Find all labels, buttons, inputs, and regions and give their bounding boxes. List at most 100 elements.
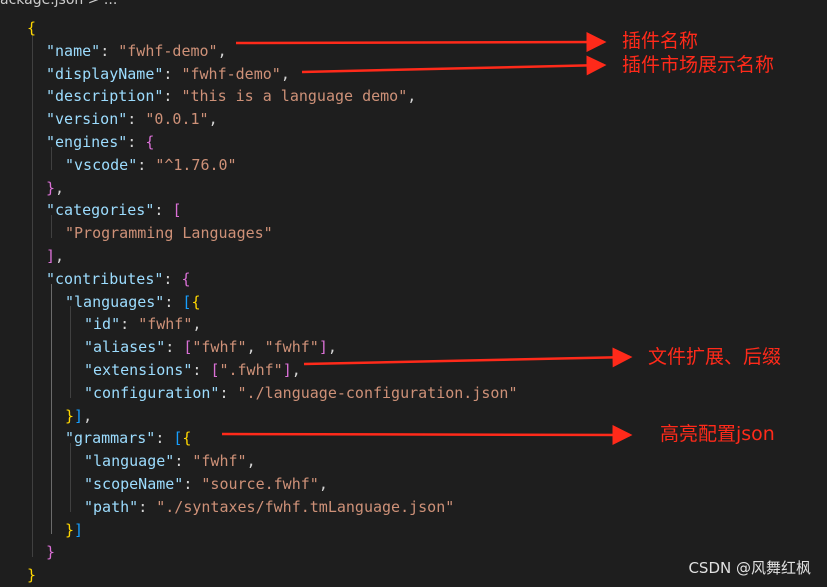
json-string: "0.0.1" [145, 110, 209, 129]
code-line[interactable]: "displayName": "fwhf-demo", [46, 63, 290, 86]
json-punctuation: : [174, 452, 193, 471]
json-punctuation: : [154, 201, 173, 220]
json-string: "./syntaxes/fwhf.tmLanguage.json" [156, 497, 455, 516]
json-string: "source.fwhf" [201, 475, 319, 493]
breadcrumb-path[interactable]: ackage.json > ... [0, 0, 117, 8]
code-line[interactable]: "grammars": [{ [65, 427, 191, 450]
json-key: "version" [46, 110, 128, 129]
json-bracket: } [27, 566, 37, 585]
code-line[interactable]: "engines": { [46, 131, 154, 154]
json-punctuation: : [127, 110, 146, 129]
json-punctuation: : [165, 338, 184, 357]
code-line[interactable]: "scopeName": "source.fwhf", [84, 473, 328, 496]
json-punctuation: , [318, 475, 328, 493]
code-editor[interactable]: {"name": "fwhf-demo", "displayName": "fwh… [0, 10, 827, 587]
code-line[interactable]: "language": "fwhf", [84, 450, 256, 473]
json-punctuation: : [219, 383, 238, 402]
indent-guide [70, 443, 71, 512]
json-key: "grammars" [65, 429, 156, 448]
json-bracket: } [46, 178, 56, 197]
code-line[interactable]: "languages": [{ [65, 291, 200, 314]
json-string: "fwhf-demo" [181, 64, 281, 83]
json-string: "fwhf" [192, 452, 247, 471]
code-line[interactable]: "description": "this is a language demo"… [46, 85, 416, 108]
code-line[interactable]: }, [46, 177, 64, 200]
code-line[interactable]: ], [46, 245, 64, 268]
json-bracket: ] [318, 338, 328, 357]
json-punctuation: : [155, 429, 174, 448]
code-line[interactable]: } [27, 564, 36, 587]
json-bracket: ] [74, 520, 84, 539]
code-line[interactable]: "categories": [ [46, 199, 181, 222]
json-string: ".fwhf" [219, 361, 283, 379]
json-punctuation: : [137, 155, 156, 174]
json-punctuation: : [100, 41, 119, 60]
json-punctuation: , [208, 110, 218, 129]
json-punctuation: , [55, 247, 65, 265]
json-string: "./language-configuration.json" [237, 383, 518, 402]
json-bracket: ] [282, 361, 292, 379]
json-string: "^1.76.0" [155, 155, 237, 174]
json-key: "contributes" [46, 269, 164, 288]
json-key: "scopeName" [84, 475, 184, 493]
json-punctuation: , [217, 41, 227, 60]
json-key: "description" [46, 87, 164, 106]
json-string: "fwhf" [264, 338, 319, 357]
code-line[interactable]: "aliases": ["fwhf", "fwhf"], [84, 336, 337, 359]
json-bracket: } [65, 520, 75, 539]
indent-guide [70, 306, 71, 398]
json-string: "Programming Languages" [65, 224, 273, 243]
watermark: CSDN @风舞红枫 [688, 559, 811, 577]
json-punctuation: , [280, 64, 290, 83]
json-key: "extensions" [84, 361, 193, 379]
json-punctuation: , [246, 338, 265, 357]
json-bracket: { [181, 269, 191, 288]
json-key: "languages" [65, 292, 165, 311]
json-punctuation: , [407, 87, 417, 106]
json-key: "path" [84, 497, 139, 516]
json-string: "fwhf" [138, 315, 193, 334]
json-bracket: { [145, 133, 155, 151]
code-line[interactable]: "vscode": "^1.76.0" [65, 154, 237, 177]
json-key: "language" [84, 452, 175, 471]
json-key: "configuration" [84, 383, 220, 402]
indent-guide [32, 32, 33, 558]
indent-guide-active [51, 283, 52, 535]
json-punctuation: , [291, 361, 301, 379]
json-punctuation: , [327, 338, 337, 357]
json-bracket: } [65, 406, 75, 425]
json-bracket: ] [74, 406, 84, 425]
breadcrumb[interactable]: ackage.json > ... [0, 0, 117, 10]
code-line[interactable]: "path": "./syntaxes/fwhf.tmLanguage.json… [84, 496, 454, 519]
json-key: "aliases" [84, 338, 166, 357]
json-punctuation: : [163, 87, 182, 106]
code-line[interactable]: } [46, 541, 55, 564]
code-line[interactable]: }], [65, 405, 92, 428]
code-line[interactable]: "name": "fwhf-demo", [46, 40, 227, 63]
json-punctuation: , [246, 452, 256, 471]
json-key: "displayName" [46, 64, 164, 83]
code-line[interactable]: "Programming Languages" [65, 222, 273, 245]
json-key: "engines" [46, 133, 128, 151]
json-string: "this is a language demo" [181, 87, 408, 106]
code-line[interactable]: "contributes": { [46, 268, 191, 291]
json-punctuation: : [163, 64, 182, 83]
code-line[interactable]: }] [65, 519, 83, 542]
code-line[interactable]: { [27, 17, 36, 40]
json-bracket: { [182, 429, 192, 448]
code-line[interactable]: "extensions": [".fwhf"], [84, 359, 301, 382]
json-key: "vscode" [65, 155, 138, 174]
json-punctuation: : [163, 269, 182, 288]
code-line[interactable]: "id": "fwhf", [84, 313, 201, 336]
json-punctuation: : [127, 133, 146, 151]
code-line[interactable]: "configuration": "./language-configurati… [84, 382, 518, 405]
json-key: "name" [46, 41, 101, 60]
json-key: "categories" [46, 201, 155, 220]
json-key: "id" [84, 315, 121, 334]
json-punctuation: , [192, 315, 202, 334]
json-punctuation: , [55, 178, 65, 197]
json-bracket: [ [172, 201, 182, 220]
code-line[interactable]: "version": "0.0.1", [46, 108, 218, 131]
json-punctuation: : [164, 292, 183, 311]
json-bracket: { [27, 19, 37, 37]
